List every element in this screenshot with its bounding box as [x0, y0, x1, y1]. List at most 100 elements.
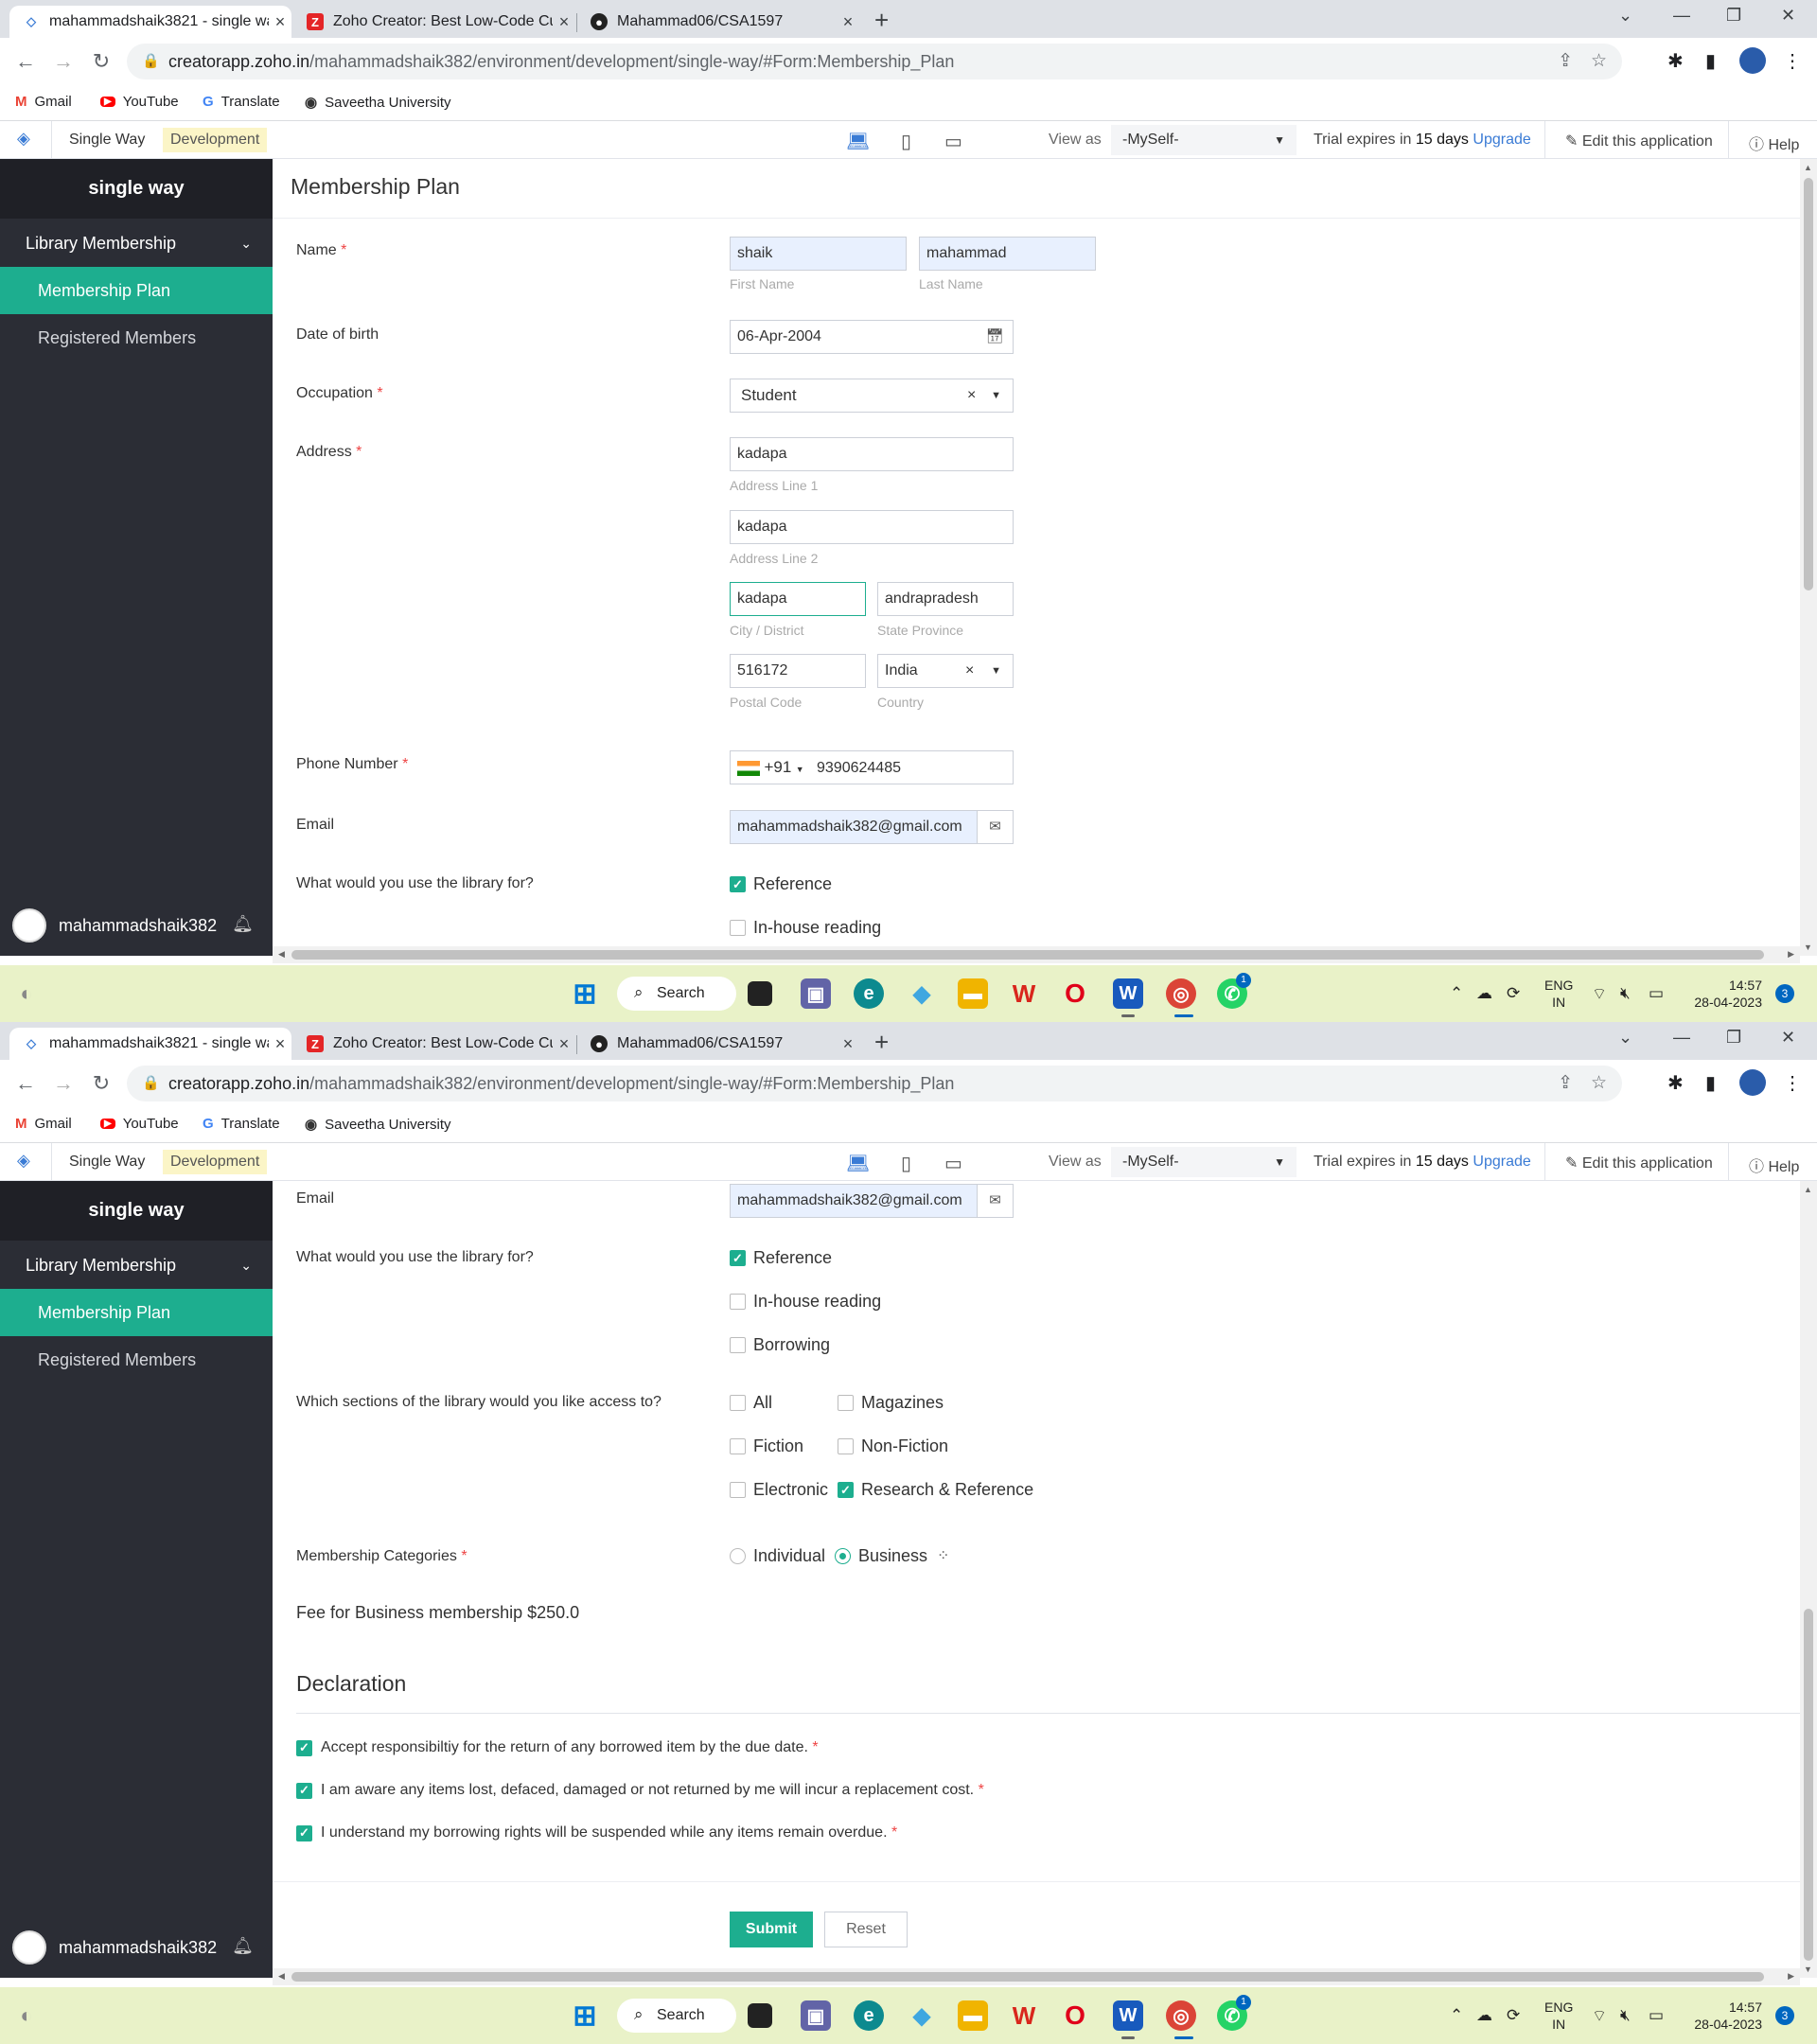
dob-input[interactable]: 06-Apr-2004 📅︎: [730, 320, 1014, 354]
opera-icon[interactable]: O: [1060, 978, 1090, 1009]
wps-office-icon[interactable]: W: [1009, 2000, 1039, 2031]
back-icon[interactable]: ←: [11, 1069, 40, 1098]
word-icon[interactable]: W: [1113, 978, 1143, 1009]
avatar[interactable]: [12, 1930, 46, 1965]
bookmark-youtube[interactable]: ▶ YouTube: [100, 94, 179, 110]
email-input[interactable]: mahammadshaik382@gmail.com ✉: [730, 1184, 1014, 1218]
zoho-creator-logo-icon[interactable]: ◈: [17, 1151, 30, 1171]
bookmark-saveetha[interactable]: ◉ Saveetha University: [305, 94, 451, 112]
new-tab-icon[interactable]: +: [874, 1028, 889, 1057]
volume-muted-icon[interactable]: 🔇︎: [1620, 2006, 1631, 2025]
browser-menu-icon[interactable]: ⋮: [1783, 1071, 1802, 1095]
chevron-up-icon[interactable]: ⌃: [1450, 984, 1463, 1003]
restore-icon[interactable]: ❐: [1726, 6, 1741, 26]
first-name-input[interactable]: shaik: [730, 237, 907, 271]
sidebar-app-name[interactable]: single way: [0, 1181, 273, 1241]
back-icon[interactable]: ←: [11, 47, 40, 76]
bell-icon[interactable]: 🔔︎: [232, 914, 254, 934]
dropdown-caret-icon[interactable]: ▼: [991, 379, 1001, 412]
scroll-up-icon[interactable]: ▲: [1804, 163, 1812, 172]
task-view-icon[interactable]: [748, 2003, 772, 2028]
edge-icon[interactable]: e: [854, 2000, 884, 2031]
radio-individual[interactable]: Individual: [730, 1546, 825, 1566]
tab-search-icon[interactable]: ⌄: [1618, 1028, 1632, 1048]
tab-github[interactable]: ● Mahammad06/CSA1597 ×: [577, 6, 859, 38]
tablet-view-icon[interactable]: ▯: [901, 1152, 911, 1175]
country-code[interactable]: +91: [764, 758, 791, 776]
environment-badge[interactable]: Development: [163, 128, 268, 152]
checkbox-in-house-reading[interactable]: In-house reading: [730, 918, 881, 938]
clock[interactable]: 14:57 28-04-2023: [1685, 1999, 1762, 2033]
side-panel-icon[interactable]: ▮: [1705, 1071, 1716, 1095]
environment-badge[interactable]: Development: [163, 1150, 268, 1174]
vertical-scrollbar[interactable]: ▲ ▼: [1800, 1181, 1817, 1978]
close-tab-icon[interactable]: ×: [837, 1034, 859, 1054]
scroll-down-icon[interactable]: ▼: [1804, 943, 1812, 952]
address-bar[interactable]: 🔒 creatorapp.zoho.in/mahammadshaik382/en…: [127, 44, 1622, 79]
wps-office-icon[interactable]: W: [1009, 978, 1039, 1009]
zoho-creator-logo-icon[interactable]: ◈: [17, 129, 30, 149]
horizontal-scrollbar[interactable]: ◀ ▶: [273, 946, 1800, 963]
wifi-icon[interactable]: ⌔: [1592, 984, 1607, 1004]
scrollbar-thumb[interactable]: [291, 1972, 1764, 1982]
declaration-replacement-cost[interactable]: ✓ I am aware any items lost, defaced, dam…: [296, 1782, 984, 1799]
side-panel-icon[interactable]: ▮: [1705, 49, 1716, 73]
checkbox-non-fiction[interactable]: Non-Fiction: [838, 1436, 948, 1456]
task-view-icon[interactable]: [748, 981, 772, 1006]
copilot-icon[interactable]: ◆: [907, 978, 937, 1009]
close-tab-icon[interactable]: ×: [269, 1034, 291, 1054]
desktop-view-icon[interactable]: 💻︎: [846, 1152, 870, 1175]
bookmark-saveetha[interactable]: ◉ Saveetha University: [305, 1116, 451, 1134]
share-icon[interactable]: ⇪: [1558, 1072, 1573, 1094]
tab-zoho-creator[interactable]: Z Zoho Creator: Best Low-Code Cu ×: [293, 1028, 575, 1060]
onedrive-icon[interactable]: ☁: [1476, 984, 1492, 1003]
reset-button[interactable]: Reset: [824, 1912, 908, 1947]
scroll-right-icon[interactable]: ▶: [1788, 1971, 1794, 1982]
language-indicator[interactable]: ENG IN: [1544, 1999, 1573, 2033]
bookmark-star-icon[interactable]: ☆: [1591, 1072, 1607, 1094]
app-label[interactable]: Single Way: [69, 132, 145, 149]
mobile-view-icon[interactable]: ▭: [944, 1152, 962, 1175]
bookmark-youtube[interactable]: ▶ YouTube: [100, 1116, 179, 1132]
view-as-select[interactable]: -MySelf- ▼: [1111, 125, 1297, 155]
new-tab-icon[interactable]: +: [874, 6, 889, 35]
sync-icon[interactable]: ⟳: [1507, 2006, 1520, 2025]
tab-single-way[interactable]: ◇ mahammadshaik3821 - single way ×: [9, 6, 291, 38]
submit-button[interactable]: Submit: [730, 1912, 813, 1947]
taskbar-search[interactable]: ⌕ Search: [617, 1999, 736, 2033]
share-icon[interactable]: ⇪: [1558, 50, 1573, 72]
bookmark-translate[interactable]: G Translate: [203, 1116, 280, 1132]
close-window-icon[interactable]: ✕: [1781, 1028, 1795, 1048]
chrome-icon[interactable]: ◎: [1166, 978, 1196, 1009]
avatar[interactable]: [12, 908, 46, 943]
declaration-overdue-suspension[interactable]: ✓ I understand my borrowing rights will b…: [296, 1824, 897, 1841]
chevron-up-icon[interactable]: ⌃: [1450, 2006, 1463, 2025]
reload-icon[interactable]: ↻: [87, 47, 115, 76]
edit-application-button[interactable]: ✎ Edit this application: [1565, 132, 1713, 150]
dropdown-caret-icon[interactable]: ▼: [991, 655, 1001, 687]
file-explorer-icon[interactable]: ▬: [958, 978, 988, 1009]
address-bar[interactable]: 🔒 creatorapp.zoho.in/mahammadshaik382/en…: [127, 1066, 1622, 1101]
close-window-icon[interactable]: ✕: [1781, 6, 1795, 26]
declaration-return-responsibility[interactable]: ✓ Accept responsibiltiy for the return of…: [296, 1739, 819, 1756]
word-icon[interactable]: W: [1113, 2000, 1143, 2031]
tab-single-way[interactable]: ◇ mahammadshaik3821 - single way ×: [9, 1028, 291, 1060]
opera-icon[interactable]: O: [1060, 2000, 1090, 2031]
close-tab-icon[interactable]: ×: [837, 12, 859, 32]
india-flag-icon[interactable]: [737, 760, 760, 776]
view-as-select[interactable]: -MySelf- ▼: [1111, 1147, 1297, 1177]
email-input[interactable]: mahammadshaik382@gmail.com ✉: [730, 810, 1014, 844]
teams-icon[interactable]: ▣: [801, 2000, 831, 2031]
teams-icon[interactable]: ▣: [801, 978, 831, 1009]
sidebar-app-name[interactable]: single way: [0, 159, 273, 219]
battery-icon[interactable]: ▭: [1649, 2006, 1664, 2025]
checkbox-magazines[interactable]: Magazines: [838, 1393, 944, 1413]
language-indicator[interactable]: ENG IN: [1544, 977, 1573, 1011]
horizontal-scrollbar[interactable]: ◀ ▶: [273, 1968, 1800, 1985]
onedrive-icon[interactable]: ☁: [1476, 2006, 1492, 2025]
edge-icon[interactable]: e: [854, 978, 884, 1009]
close-tab-icon[interactable]: ×: [553, 1034, 575, 1054]
notification-badge[interactable]: 3: [1775, 2006, 1794, 2025]
bookmark-gmail[interactable]: M Gmail: [15, 1116, 72, 1132]
minimize-icon[interactable]: —: [1673, 1028, 1690, 1048]
